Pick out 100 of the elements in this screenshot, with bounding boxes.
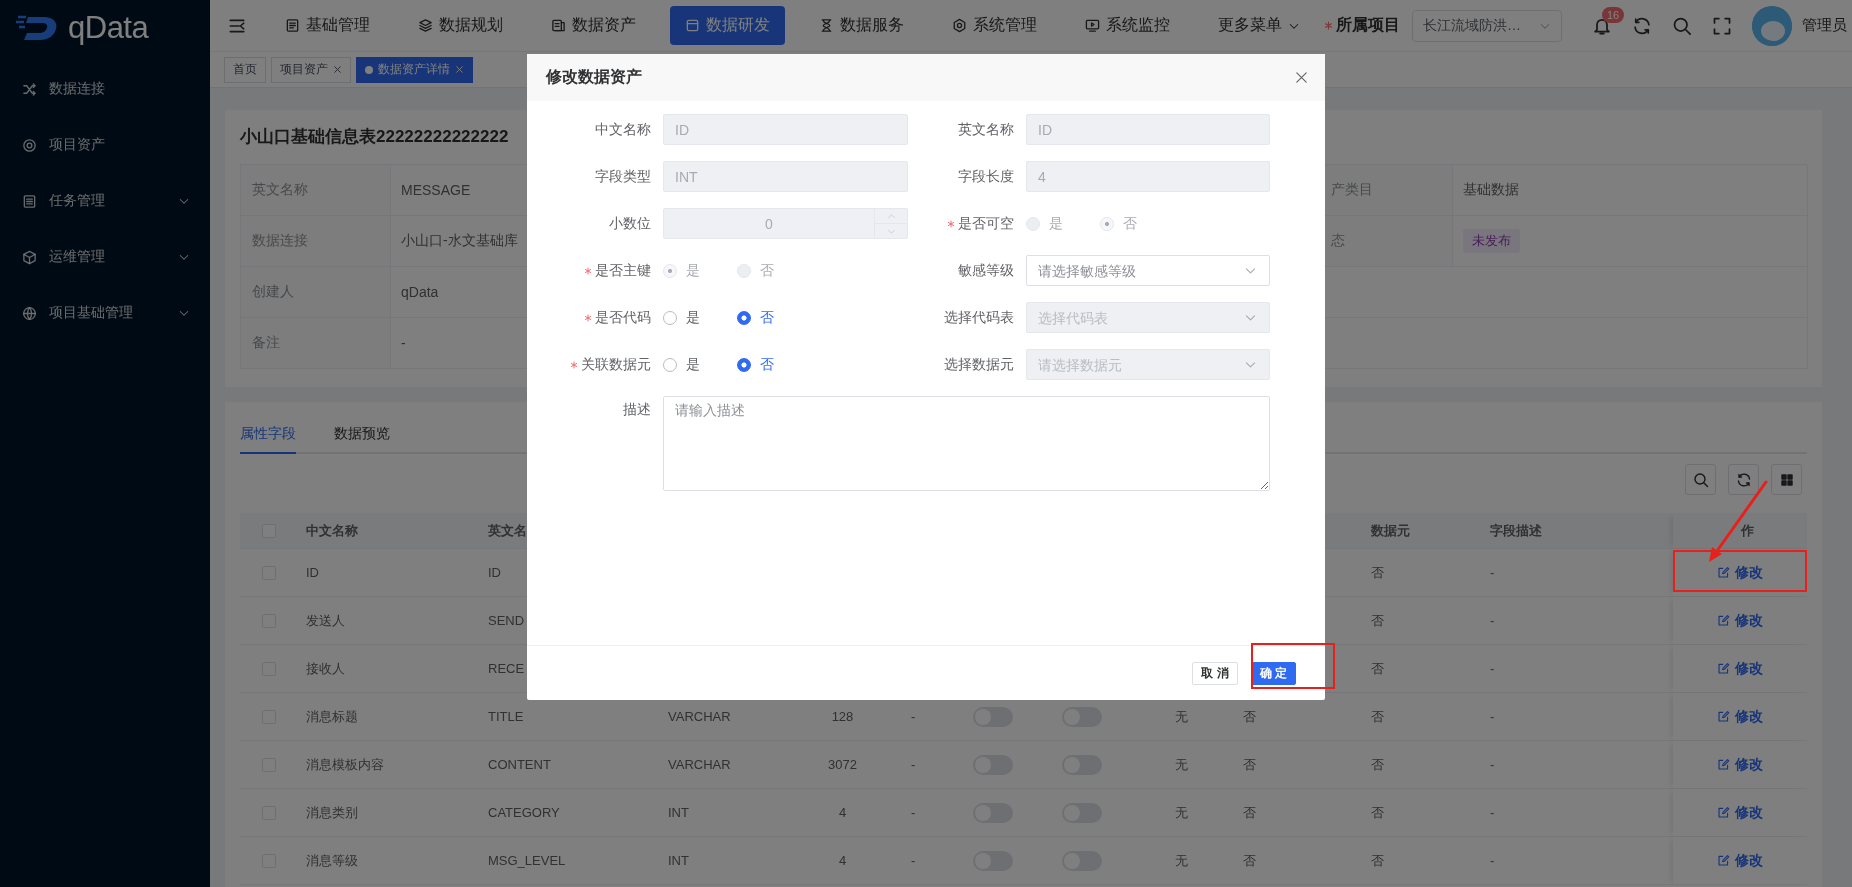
table-cell: 消息类别: [306, 803, 358, 822]
nav-item[interactable]: 系统监控: [1061, 6, 1194, 45]
sidebar-item[interactable]: 任务管理: [0, 173, 210, 229]
table-cell: VARCHAR: [668, 709, 731, 724]
edit-icon: [1717, 758, 1730, 771]
logo-text: qData: [68, 10, 149, 46]
radio-button[interactable]: [663, 310, 677, 325]
field-label: 字段长度: [958, 167, 1014, 186]
edit-icon: [1717, 854, 1730, 867]
radio-button[interactable]: [737, 357, 751, 372]
nav-item[interactable]: 数据资产: [527, 6, 660, 45]
field-label: 是否可空: [958, 214, 1014, 233]
edit-link[interactable]: 修改: [1717, 803, 1763, 822]
table-cell: 消息标题: [306, 707, 358, 726]
edit-link[interactable]: 修改: [1717, 707, 1763, 726]
status-tag: 未发布: [1463, 229, 1520, 253]
table-cell: VARCHAR: [668, 757, 731, 772]
edit-icon: [1717, 566, 1730, 579]
sidebar-item[interactable]: 项目基础管理: [0, 285, 210, 341]
more-menu[interactable]: 更多菜单: [1194, 6, 1324, 45]
sidebar-item[interactable]: 数据连接: [0, 61, 210, 117]
field-label: 小数位: [609, 214, 651, 233]
table-cell: -: [1490, 661, 1495, 676]
user-name[interactable]: 管理员: [1802, 16, 1847, 35]
detail-title: 小山口基础信息表22222222222222: [240, 126, 509, 148]
sidebar-item[interactable]: 项目资产: [0, 117, 210, 173]
table-cell: CONTENT: [488, 757, 551, 772]
nav-item[interactable]: 数据规划: [394, 6, 527, 45]
cancel-button[interactable]: 取 消: [1192, 661, 1238, 685]
project-select[interactable]: 长江流域防洪…: [1412, 9, 1562, 42]
edit-icon: [1717, 806, 1730, 819]
nav-item[interactable]: 基础管理: [261, 6, 394, 45]
refresh-icon[interactable]: [1632, 15, 1652, 36]
edit-icon: [1717, 614, 1730, 627]
select-field[interactable]: 请选择敏感等级: [1026, 255, 1270, 286]
layers-icon: [418, 18, 433, 33]
nav-item[interactable]: 数据服务: [795, 6, 928, 45]
content-tab[interactable]: 属性字段: [240, 425, 296, 454]
page-tab[interactable]: 项目资产: [271, 56, 351, 83]
table-cell: 否: [1371, 611, 1384, 630]
table-cell: 无: [1175, 803, 1188, 822]
edit-link[interactable]: 修改: [1717, 563, 1763, 582]
table-cell: 128: [831, 709, 854, 724]
refresh-button[interactable]: [1728, 464, 1759, 495]
table-cell: 消息模板内容: [306, 755, 384, 774]
table-cell: 否: [1371, 563, 1384, 582]
project-label: 所属项目: [1336, 15, 1400, 35]
edit-link[interactable]: 修改: [1717, 755, 1763, 774]
cube-icon: [22, 249, 37, 265]
table-cell: 3072: [828, 757, 857, 772]
edit-link[interactable]: 修改: [1717, 611, 1763, 630]
table-cell: RECE: [488, 661, 525, 676]
page-tab[interactable]: 数据资产详情: [356, 56, 473, 83]
avatar-icon[interactable]: [1752, 5, 1792, 46]
edit-icon: [1717, 710, 1730, 723]
table-cell: -: [1490, 853, 1495, 868]
edit-link[interactable]: 修改: [1717, 851, 1763, 870]
search-button[interactable]: [1685, 464, 1716, 495]
content-tab[interactable]: 数据预览: [334, 425, 390, 454]
table-cell: ID: [306, 565, 319, 580]
radio-button[interactable]: [663, 357, 677, 372]
close-icon[interactable]: [1294, 70, 1309, 85]
window-icon: [685, 18, 700, 33]
search-icon: [1692, 471, 1709, 488]
edit-link[interactable]: 修改: [1717, 659, 1763, 678]
description-field[interactable]: 请输入描述: [663, 396, 1270, 491]
column-header: 中文名称: [306, 521, 358, 540]
search-icon[interactable]: [1672, 15, 1692, 36]
edit-icon: [1717, 662, 1730, 675]
table-cell: -: [911, 757, 916, 772]
radio-button[interactable]: [737, 310, 751, 325]
table-cell: 否: [1243, 803, 1256, 822]
table-cell: 无: [1175, 755, 1188, 774]
table-cell: CATEGORY: [488, 805, 560, 820]
nav-item[interactable]: 数据研发: [670, 6, 785, 45]
fullscreen-icon[interactable]: [1712, 15, 1732, 36]
table-cell: -: [1490, 565, 1495, 580]
table-cell: 否: [1243, 851, 1256, 870]
settings-icon: [952, 18, 967, 33]
nav-item[interactable]: 系统管理: [928, 6, 1061, 45]
hourglass-icon: [819, 18, 834, 33]
table-cell: 否: [1243, 707, 1256, 726]
table-cell: ID: [488, 565, 501, 580]
value-cell: 基础数据: [1453, 165, 1808, 216]
table-cell: -: [911, 805, 916, 820]
notification-badge: 16: [1602, 6, 1625, 23]
chevron-up-icon: [886, 211, 896, 221]
sidebar-item[interactable]: 运维管理: [0, 229, 210, 285]
close-icon[interactable]: [333, 65, 342, 74]
table-cell: -: [911, 853, 916, 868]
page-tab[interactable]: 首页: [224, 56, 266, 83]
table-cell: 无: [1175, 851, 1188, 870]
columns-button[interactable]: [1771, 464, 1802, 495]
table-cell: -: [1490, 757, 1495, 772]
confirm-button[interactable]: 确 定: [1250, 661, 1296, 685]
refresh-icon: [1735, 471, 1752, 488]
field-label: 字段类型: [595, 167, 651, 186]
table-cell: 消息等级: [306, 851, 358, 870]
table-cell: 接收人: [306, 659, 345, 678]
field-label: 英文名称: [958, 120, 1014, 139]
